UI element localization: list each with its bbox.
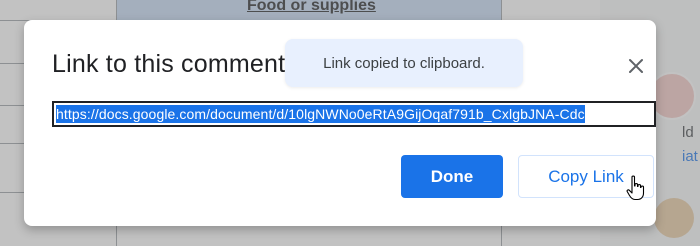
close-button[interactable] [624, 54, 648, 78]
link-dialog: Link to this comment Link copied to clip… [24, 20, 656, 226]
toast-message: Link copied to clipboard. [323, 54, 485, 72]
close-icon [629, 59, 643, 73]
dialog-title: Link to this comment [52, 50, 286, 78]
copied-toast: Link copied to clipboard. [285, 39, 523, 87]
hand-pointer-icon [626, 175, 645, 201]
copy-link-button-label: Copy Link [548, 166, 624, 186]
link-url-text: https://docs.google.com/document/d/10lgN… [56, 105, 585, 123]
link-url-field[interactable]: https://docs.google.com/document/d/10lgN… [52, 101, 656, 127]
done-button[interactable]: Done [401, 155, 503, 198]
done-button-label: Done [430, 166, 474, 186]
